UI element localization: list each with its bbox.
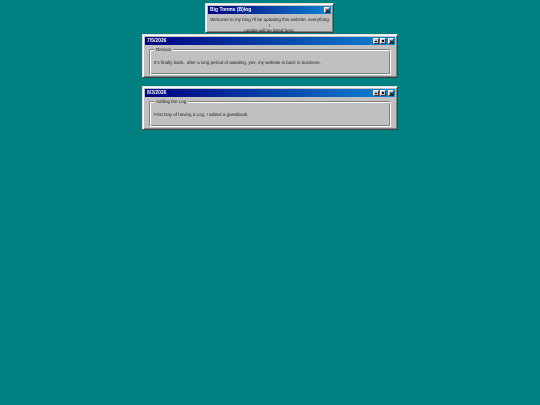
close-button[interactable] <box>324 7 330 13</box>
maximize-button[interactable] <box>380 90 386 96</box>
post-titlebar[interactable]: 8/3/2026 <box>145 89 395 97</box>
post-body: First Day of having a Log, I added a gue… <box>154 112 249 117</box>
maximize-button[interactable] <box>380 38 386 44</box>
maximize-icon <box>381 39 385 43</box>
minimize-button[interactable] <box>373 38 379 44</box>
post-title-buttons <box>372 90 395 96</box>
close-icon <box>389 39 393 43</box>
close-icon <box>389 91 393 95</box>
welcome-title: Big Tonms (B)log <box>210 7 252 13</box>
minimize-icon <box>374 91 378 95</box>
welcome-title-buttons <box>322 7 331 13</box>
post-titlebar[interactable]: 7/5/2026 <box>145 37 395 45</box>
post-title-buttons <box>372 38 395 44</box>
close-button[interactable] <box>388 38 394 44</box>
post-date: 7/5/2026 <box>147 38 167 44</box>
minimize-button[interactable] <box>373 90 379 96</box>
post-fieldset: Adding the Log First Day of having a Log… <box>149 99 391 127</box>
welcome-message: Welcome to my blog I'll be updating this… <box>209 17 330 34</box>
welcome-window: Big Tonms (B)log Welcome to my blog I'll… <box>205 3 334 33</box>
welcome-message-line1: Welcome to my blog I'll be updating this… <box>210 17 329 28</box>
post-window: 8/3/2026 Adding the Log First Day of hav… <box>142 86 398 130</box>
post-window: 7/5/2026 Revival It's finally back.. aft… <box>142 34 398 78</box>
post-date: 8/3/2026 <box>147 90 167 96</box>
post-body: It's finally back.. after a long period … <box>154 60 321 65</box>
welcome-message-line2: update will be listed here. <box>244 28 295 33</box>
post-fieldset: Revival It's finally back.. after a long… <box>149 47 391 75</box>
desktop: Big Tonms (B)log Welcome to my blog I'll… <box>0 0 540 405</box>
post-heading: Adding the Log <box>154 99 189 104</box>
maximize-icon <box>381 91 385 95</box>
close-icon <box>325 8 329 12</box>
post-heading: Revival <box>154 47 173 52</box>
welcome-titlebar[interactable]: Big Tonms (B)log <box>208 6 331 14</box>
minimize-icon <box>374 39 378 43</box>
close-button[interactable] <box>388 90 394 96</box>
